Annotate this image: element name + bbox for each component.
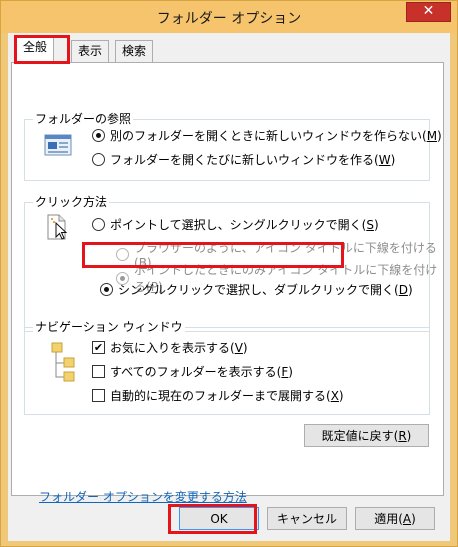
single-click-radio[interactable] [92, 218, 105, 231]
tab-strip: 全般 表示 検索 [8, 33, 450, 63]
tab-search-label: 検索 [122, 44, 147, 58]
navigation-pane-label: ナビゲーション ウィンドウ [33, 320, 185, 335]
same-window-label: 別のフォルダーを開くときに新しいウィンドウを作らない(M) [110, 129, 442, 143]
option-single-click[interactable]: ポイントして選択し、シングルクリックで開く(S) [92, 216, 379, 233]
option-show-all-folders[interactable]: すべてのフォルダーを表示する(F) [92, 363, 293, 380]
option-auto-expand[interactable]: 自動的に現在のフォルダーまで展開する(X) [92, 387, 344, 404]
browse-folders-label: フォルダーの参照 [33, 112, 134, 127]
apply-button[interactable]: 適用(A) [355, 507, 435, 530]
option-same-window[interactable]: 別のフォルダーを開くときに新しいウィンドウを作らない(M) [92, 127, 442, 144]
dialog-client-area: 全般 表示 検索 フォルダーの参照 別のフォルダーを開くときに新しいウィンドウを… [8, 33, 450, 541]
auto-expand-checkbox[interactable] [92, 389, 105, 402]
option-new-window[interactable]: フォルダーを開くたびに新しいウィンドウを作る(W) [92, 151, 395, 168]
show-all-folders-checkbox[interactable] [92, 365, 105, 378]
folder-options-window: フォルダー オプション ✕ 全般 表示 検索 フォルダーの参照 別のフォルダーを… [0, 0, 458, 547]
tab-search[interactable]: 検索 [115, 40, 154, 62]
close-button[interactable]: ✕ [406, 2, 451, 22]
close-icon: ✕ [422, 3, 435, 19]
option-show-favorites[interactable]: ✔ お気に入りを表示する(V) [92, 339, 248, 356]
general-tab-panel: フォルダーの参照 別のフォルダーを開くときに新しいウィンドウを作らない(M) フ [11, 62, 444, 496]
tab-view[interactable]: 表示 [71, 40, 110, 62]
title-bar[interactable]: フォルダー オプション ✕ [1, 1, 457, 33]
auto-expand-label: 自動的に現在のフォルダーまで展開する(X) [110, 389, 344, 403]
same-window-radio[interactable] [92, 129, 105, 142]
show-favorites-checkbox[interactable]: ✔ [92, 341, 105, 354]
ok-button[interactable]: OK [179, 507, 259, 530]
double-click-radio[interactable] [100, 283, 113, 296]
folder-tree-icon [50, 341, 80, 386]
single-click-label: ポイントして選択し、シングルクリックで開く(S) [110, 218, 379, 232]
help-link[interactable]: フォルダー オプションを変更する方法 [39, 488, 247, 505]
cancel-button[interactable]: キャンセル [267, 507, 347, 530]
option-double-click[interactable]: シングルクリックで選択し、ダブルクリックで開く(D) [100, 281, 413, 298]
tab-view-label: 表示 [78, 44, 103, 58]
double-click-label: シングルクリックで選択し、ダブルクリックで開く(D) [118, 283, 413, 297]
tab-general[interactable]: 全般 [16, 36, 55, 63]
window-title: フォルダー オプション [156, 11, 302, 27]
restore-defaults-button[interactable]: 既定値に戻す(R) [304, 424, 429, 447]
new-window-radio[interactable] [92, 153, 105, 166]
window-preview-icon [44, 133, 72, 160]
pointer-document-icon [45, 213, 71, 246]
show-all-folders-label: すべてのフォルダーを表示する(F) [110, 365, 293, 379]
new-window-label: フォルダーを開くたびに新しいウィンドウを作る(W) [110, 153, 396, 167]
tab-general-label: 全般 [23, 40, 48, 54]
show-favorites-label: お気に入りを表示する(V) [110, 341, 248, 355]
click-method-label: クリック方法 [33, 195, 110, 210]
underline-browser-radio[interactable] [116, 248, 129, 261]
